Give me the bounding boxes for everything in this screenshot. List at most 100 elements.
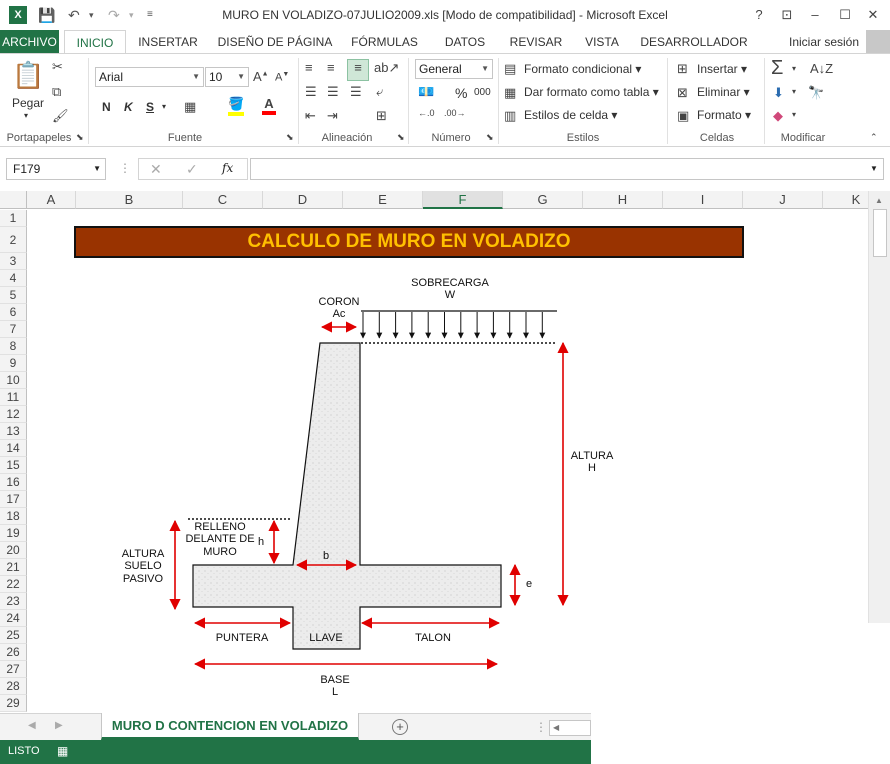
merge-center-icon[interactable]: ⊞: [376, 108, 387, 124]
decrease-indent-icon[interactable]: ⇤: [305, 108, 316, 124]
alignment-launcher-icon[interactable]: ⬊: [397, 132, 405, 143]
font-name-combo[interactable]: Arial ▼: [95, 67, 204, 87]
tab-desarrollador[interactable]: DESARROLLADOR: [638, 30, 750, 54]
format-as-table-button[interactable]: Dar formato como tabla ▾: [524, 85, 659, 99]
scroll-left-icon[interactable]: ◀: [553, 723, 559, 732]
scroll-thumb[interactable]: [873, 209, 887, 257]
increase-font-icon[interactable]: A▲: [253, 69, 269, 84]
conditional-format-icon[interactable]: ▤: [504, 61, 516, 77]
number-format-value: General: [419, 62, 462, 76]
increase-decimal-icon[interactable]: ←.0: [418, 108, 435, 118]
name-box[interactable]: F179 ▼: [6, 158, 106, 180]
clipboard-launcher-icon[interactable]: ⬊: [76, 132, 84, 143]
worksheet-grid[interactable]: ABCDEFGHIJK 1 2 3 4 5 6 7 8 9 10 11 12 13 14 15 16 17 18 1…: [0, 191, 890, 713]
tab-revisar[interactable]: REVISAR: [505, 30, 567, 54]
align-bottom-icon[interactable]: ≡: [347, 59, 369, 81]
insert-button[interactable]: Insertar ▾: [697, 62, 747, 76]
fill-icon[interactable]: ⬇: [773, 85, 784, 101]
cut-icon[interactable]: ✂: [52, 59, 63, 75]
tab-formulas[interactable]: FÓRMULAS: [347, 30, 422, 54]
enter-icon[interactable]: ✓: [186, 161, 198, 178]
tab-insertar[interactable]: INSERTAR: [133, 30, 203, 54]
fill-color-icon[interactable]: 🪣: [228, 96, 244, 116]
sign-in-link[interactable]: Iniciar sesión: [784, 30, 864, 54]
underline-button[interactable]: S: [146, 100, 154, 114]
sheet-tab-active[interactable]: MURO D CONTENCION EN VOLADIZO: [101, 713, 359, 740]
fill-dropdown-icon[interactable]: ▾: [792, 87, 796, 96]
align-middle-icon[interactable]: ≡: [327, 60, 335, 75]
align-top-icon[interactable]: ≡: [305, 60, 313, 75]
tab-diseno-pagina[interactable]: DISEÑO DE PÁGINA: [215, 30, 335, 54]
thousands-button[interactable]: 000: [474, 87, 491, 98]
wrap-text-icon[interactable]: ⤶: [376, 84, 383, 100]
cell-styles-label: Estilos de celda: [524, 108, 609, 122]
tab-vista[interactable]: VISTA: [578, 30, 626, 54]
copy-icon[interactable]: ⧉: [52, 84, 61, 100]
collapse-ribbon-icon[interactable]: ⌃: [870, 132, 878, 143]
format-cells-icon[interactable]: ▣: [677, 108, 689, 124]
align-left-icon[interactable]: ☰: [305, 84, 317, 100]
format-table-icon[interactable]: ▦: [504, 85, 516, 101]
cell-styles-button[interactable]: Estilos de celda ▾: [524, 108, 617, 122]
insert-function-button[interactable]: fx: [222, 161, 233, 175]
formula-input[interactable]: [250, 158, 884, 180]
divider: [667, 58, 668, 144]
find-select-icon[interactable]: 🔭: [808, 85, 824, 101]
paste-dropdown-icon[interactable]: ▾: [24, 111, 28, 120]
conditional-format-button[interactable]: Formato condicional ▾: [524, 62, 641, 76]
orientation-icon[interactable]: ab↗: [374, 60, 399, 76]
underline-dropdown-icon[interactable]: ▾: [162, 102, 166, 111]
format-button[interactable]: Formato ▾: [697, 108, 751, 122]
delete-button[interactable]: Eliminar ▾: [697, 85, 750, 99]
number-format-combo[interactable]: General ▼: [415, 59, 493, 79]
tab-file[interactable]: ARCHIVO: [0, 30, 59, 54]
help-button[interactable]: ?: [748, 4, 770, 26]
tab-inicio[interactable]: INICIO: [64, 30, 126, 54]
autosum-icon[interactable]: Σ: [771, 57, 783, 80]
expand-formula-icon[interactable]: ▼: [870, 164, 878, 173]
scroll-tabs-left-icon[interactable]: ◀: [28, 720, 36, 731]
clear-dropdown-icon[interactable]: ▾: [792, 110, 796, 119]
horizontal-scrollbar[interactable]: ◀: [549, 720, 591, 736]
autosum-dropdown-icon[interactable]: ▾: [792, 64, 796, 73]
group-label-number: Número: [431, 132, 471, 144]
percent-button[interactable]: %: [455, 85, 467, 101]
accounting-format-icon[interactable]: 💶: [418, 84, 434, 100]
maximize-button[interactable]: ☐: [834, 4, 856, 26]
increase-indent-icon[interactable]: ⇥: [327, 108, 338, 124]
italic-button[interactable]: K: [124, 100, 133, 114]
sort-filter-icon[interactable]: A↓Z: [810, 61, 833, 76]
paste-icon[interactable]: 📋: [12, 60, 44, 94]
scroll-tabs-right-icon[interactable]: ▶: [55, 720, 63, 731]
minimize-button[interactable]: –: [804, 4, 826, 26]
paste-button[interactable]: Pegar: [12, 96, 44, 110]
cell-styles-icon[interactable]: ▥: [504, 108, 516, 124]
tab-splitter-icon[interactable]: ⋮: [535, 720, 547, 734]
scroll-up-icon[interactable]: ▲: [875, 196, 883, 205]
close-button[interactable]: ✕: [862, 4, 884, 26]
cancel-icon[interactable]: ✕: [150, 161, 162, 178]
font-size-combo[interactable]: 10 ▼: [205, 67, 249, 87]
ribbon-display-options-button[interactable]: ⊡: [776, 4, 798, 26]
macro-record-icon[interactable]: ▦: [57, 744, 68, 758]
tab-datos[interactable]: DATOS: [437, 30, 493, 54]
add-sheet-button[interactable]: +: [392, 719, 408, 735]
insert-cells-icon[interactable]: ⊞: [677, 61, 688, 77]
format-painter-icon[interactable]: 🖌: [52, 108, 69, 124]
ribbon-tabs: ARCHIVO INICIO INSERTAR DISEÑO DE PÁGINA…: [0, 30, 890, 54]
borders-icon[interactable]: ▦: [184, 99, 196, 115]
font-launcher-icon[interactable]: ⬊: [286, 132, 294, 143]
clear-icon[interactable]: ◆: [773, 108, 783, 124]
avatar[interactable]: [866, 30, 890, 54]
font-color-icon[interactable]: A: [262, 96, 276, 115]
align-right-icon[interactable]: ☰: [350, 84, 362, 100]
vertical-scrollbar[interactable]: ▲: [868, 191, 890, 623]
align-center-icon[interactable]: ☰: [327, 84, 339, 100]
delete-cells-icon[interactable]: ⊠: [677, 85, 688, 101]
decrease-font-icon[interactable]: A▼: [275, 71, 289, 84]
decrease-decimal-icon[interactable]: .00→: [444, 108, 466, 118]
number-launcher-icon[interactable]: ⬊: [486, 132, 494, 143]
more-options-icon[interactable]: ⋮: [119, 161, 131, 175]
bold-button[interactable]: N: [102, 100, 111, 114]
label-altura: ALTURA: [571, 450, 614, 462]
